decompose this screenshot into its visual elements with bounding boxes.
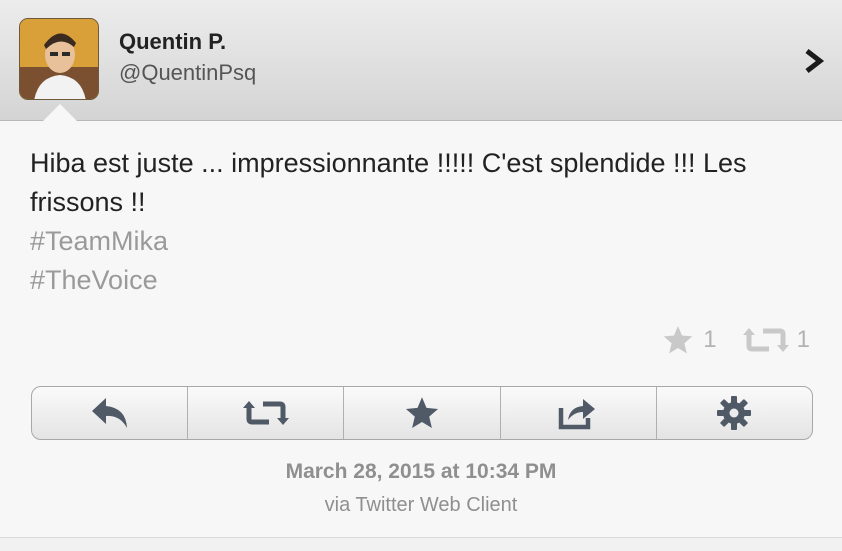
favorite-button[interactable] — [344, 387, 501, 439]
retweet-icon — [742, 328, 789, 352]
avatar-photo — [20, 19, 98, 99]
favorites-count: 1 — [703, 326, 717, 353]
star-icon — [664, 326, 693, 354]
user-name[interactable]: Quentin P. — [119, 29, 226, 55]
tweet-text: Hiba est juste ... impressionnante !!!!!… — [30, 148, 747, 217]
retweets-count: 1 — [796, 326, 810, 353]
hashtag-link[interactable]: #TeamMika — [30, 222, 790, 261]
avatar[interactable] — [19, 18, 99, 100]
share-button[interactable] — [501, 387, 657, 439]
tweet-body: Hiba est juste ... impressionnante !!!!!… — [30, 144, 790, 300]
retweets-count-group[interactable]: 1 — [742, 326, 810, 354]
favorite-icon — [405, 397, 439, 428]
tweet-header[interactable]: Quentin P. @QuentinPsq — [0, 0, 842, 122]
settings-button[interactable] — [657, 387, 812, 439]
retweet-icon — [242, 401, 289, 425]
settings-icon — [717, 396, 752, 430]
header-pointer — [42, 104, 78, 122]
favorites-count-group[interactable]: 1 — [661, 324, 717, 356]
chevron-right-icon[interactable] — [802, 48, 826, 74]
share-icon — [558, 399, 596, 430]
retweet-button[interactable] — [188, 387, 345, 439]
tweet-source: via Twitter Web Client — [324, 494, 518, 516]
tweet-timestamp: March 28, 2015 at 10:34 PM — [285, 460, 557, 483]
reply-icon — [91, 398, 127, 428]
action-toolbar — [31, 386, 813, 440]
bottom-divider — [0, 537, 842, 551]
reply-button[interactable] — [32, 387, 189, 439]
tweet-stats: 1 1 — [661, 324, 810, 356]
hashtag-link[interactable]: #TheVoice — [30, 261, 790, 300]
user-handle[interactable]: @QuentinPsq — [119, 60, 256, 86]
